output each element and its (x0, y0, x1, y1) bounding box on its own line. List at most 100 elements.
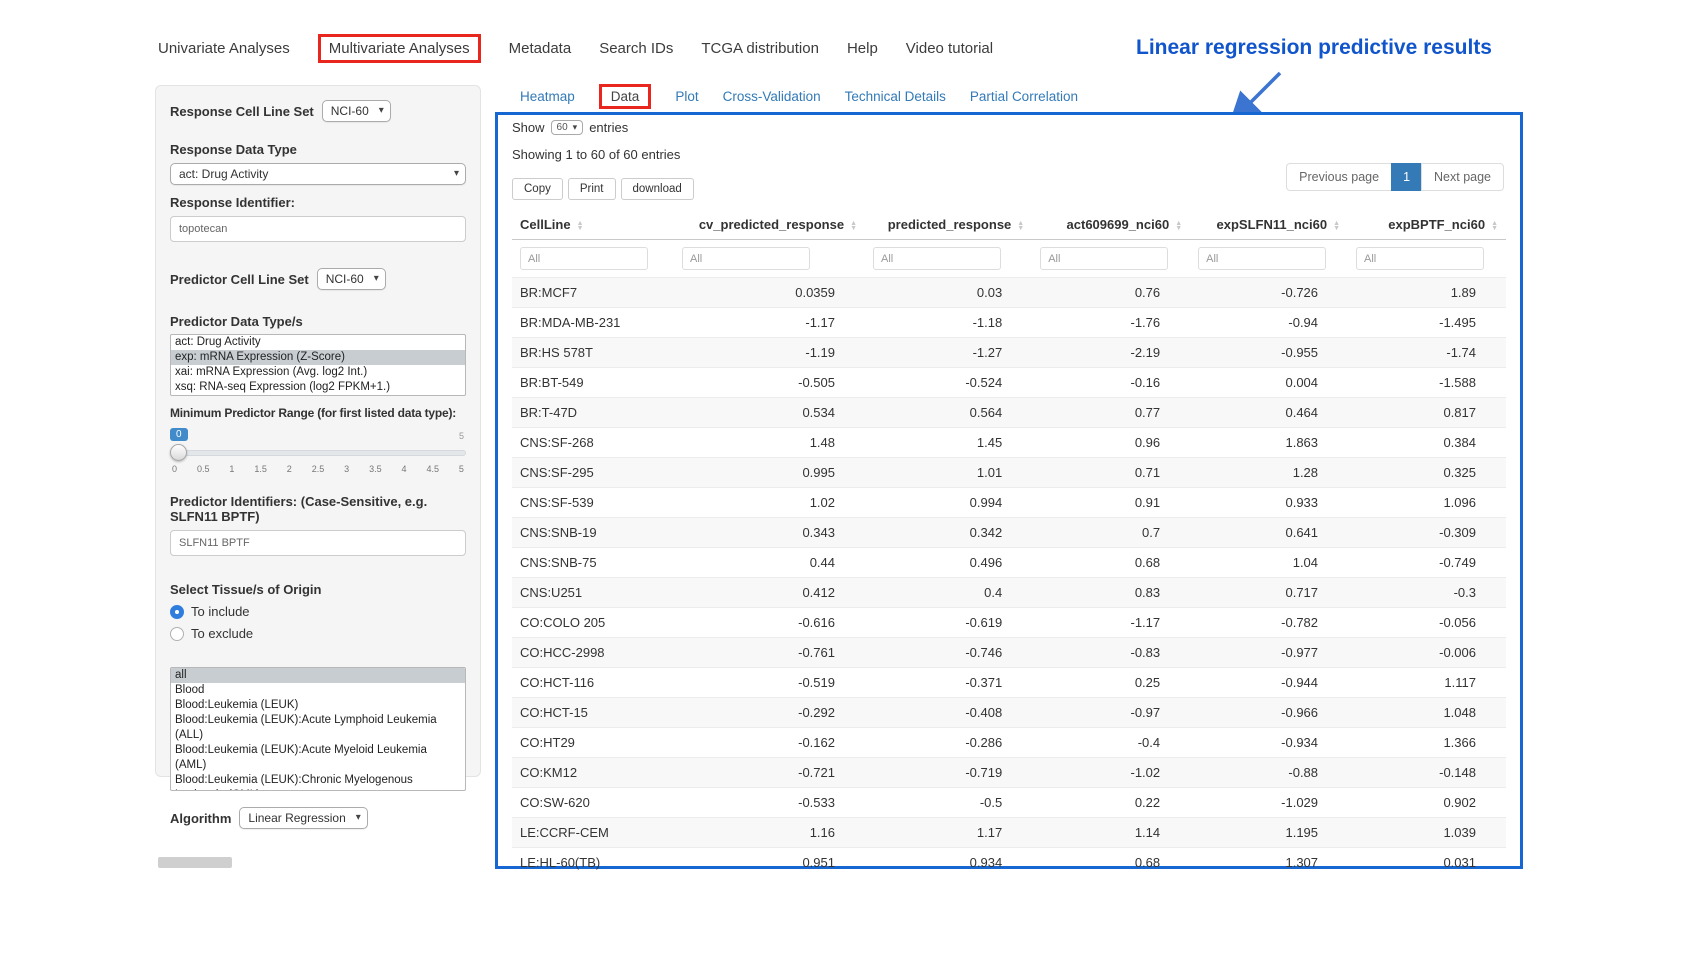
value-cell: 0.91 (1032, 488, 1190, 518)
table-row[interactable]: CNS:SNB-190.3430.3420.70.641-0.309 (512, 518, 1506, 548)
table-row[interactable]: CO:HCT-15-0.292-0.408-0.97-0.9661.048 (512, 698, 1506, 728)
filter-input-predicted-response[interactable] (873, 247, 1001, 270)
column-label: expSLFN11_nci60 (1217, 217, 1328, 232)
response-data-type-select[interactable]: act: Drug Activity ▾ (170, 163, 466, 185)
column-header-expbptf-nci60[interactable]: expBPTF_nci60▲▼ (1348, 210, 1506, 240)
filter-input-expslfn11-nci60[interactable] (1198, 247, 1326, 270)
sort-icon[interactable]: ▲▼ (1491, 221, 1498, 231)
tissue-exclude-label: To exclude (191, 626, 253, 641)
value-cell: 0.77 (1032, 398, 1190, 428)
table-row[interactable]: CO:SW-620-0.533-0.50.22-1.0290.902 (512, 788, 1506, 818)
table-row[interactable]: CNS:SF-2681.481.450.961.8630.384 (512, 428, 1506, 458)
tissue-option-blood[interactable]: Blood (171, 683, 465, 698)
tab-cross-validation[interactable]: Cross-Validation (723, 89, 821, 104)
next-page-button[interactable]: Next page (1421, 163, 1504, 191)
previous-page-button[interactable]: Previous page (1286, 163, 1392, 191)
table-row[interactable]: CNS:SF-5391.020.9940.910.9331.096 (512, 488, 1506, 518)
table-row[interactable]: CNS:SF-2950.9951.010.711.280.325 (512, 458, 1506, 488)
response-cell-line-set-select[interactable]: NCI-60 ▾ (322, 100, 391, 122)
tissue-option-blood-leukemia-leuk[interactable]: Blood:Leukemia (LEUK) (171, 698, 465, 713)
table-row[interactable]: CO:HT29-0.162-0.286-0.4-0.9341.366 (512, 728, 1506, 758)
tab-heatmap[interactable]: Heatmap (520, 89, 575, 104)
filter-input-cellline[interactable] (520, 247, 648, 270)
page-1-button[interactable]: 1 (1391, 163, 1422, 191)
tissue-include-radio[interactable]: To include (170, 604, 466, 619)
column-label: predicted_response (888, 217, 1012, 232)
copy-button[interactable]: Copy (512, 178, 563, 200)
column-header-cv-predicted-response[interactable]: cv_predicted_response▲▼ (674, 210, 865, 240)
value-cell: 0.464 (1190, 398, 1348, 428)
chevron-down-icon: ▾ (379, 106, 384, 116)
value-cell: 0.71 (1032, 458, 1190, 488)
download-button[interactable]: download (621, 178, 694, 200)
table-row[interactable]: CNS:U2510.4120.40.830.717-0.3 (512, 578, 1506, 608)
sort-icon[interactable]: ▲▼ (577, 221, 584, 231)
value-cell: -0.94 (1190, 308, 1348, 338)
table-row[interactable]: BR:BT-549-0.505-0.524-0.160.004-1.588 (512, 368, 1506, 398)
tissue-option-blood-leukemia-leuk-acute-myeloid-leukemia-aml[interactable]: Blood:Leukemia (LEUK):Acute Myeloid Leuk… (171, 743, 465, 773)
table-row[interactable]: LE:CCRF-CEM1.161.171.141.1951.039 (512, 818, 1506, 848)
tab-partial-correlation[interactable]: Partial Correlation (970, 89, 1078, 104)
sort-icon[interactable]: ▲▼ (1017, 221, 1024, 231)
table-row[interactable]: CO:KM12-0.721-0.719-1.02-0.88-0.148 (512, 758, 1506, 788)
table-row[interactable]: LE:HL-60(TB)0.9510.9340.681.3070.031 (512, 848, 1506, 878)
nav-item-help[interactable]: Help (847, 40, 878, 57)
value-cell: 1.48 (674, 428, 865, 458)
tab-data[interactable]: Data (599, 84, 652, 109)
nav-item-search-ids[interactable]: Search IDs (599, 40, 673, 57)
value-cell: 1.14 (1032, 818, 1190, 848)
algorithm-select[interactable]: Linear Regression ▾ (239, 807, 367, 829)
entries-count-select[interactable]: 60 ▾ (551, 120, 584, 135)
data-type-option-xsq-rna-seq-expression-log2-fpkm-1[interactable]: xsq: RNA-seq Expression (log2 FPKM+1.) (171, 380, 465, 395)
nav-item-univariate-analyses[interactable]: Univariate Analyses (158, 40, 290, 57)
column-header-expslfn11-nci60[interactable]: expSLFN11_nci60 ▲▼ (1190, 210, 1348, 240)
filter-input-act609699-nci60[interactable] (1040, 247, 1168, 270)
tissue-option-all[interactable]: all (171, 668, 465, 683)
data-type-option-exp-mrna-expression-z-score[interactable]: exp: mRNA Expression (Z-Score) (171, 350, 465, 365)
data-type-option-xai-mrna-expression-avg-log2-int[interactable]: xai: mRNA Expression (Avg. log2 Int.) (171, 365, 465, 380)
tab-technical-details[interactable]: Technical Details (845, 89, 946, 104)
tissue-option-blood-leukemia-leuk-chronic-myelogenous-leukemia-cml[interactable]: Blood:Leukemia (LEUK):Chronic Myelogenou… (171, 773, 465, 791)
nav-item-tcga-distribution[interactable]: TCGA distribution (701, 40, 819, 57)
sort-icon[interactable]: ▲▼ (1175, 221, 1182, 231)
value-cell: 0.717 (1190, 578, 1348, 608)
column-header-act609699-nci60[interactable]: act609699_nci60▲▼ (1032, 210, 1190, 240)
predictor-cell-line-set-select[interactable]: NCI-60 ▾ (317, 268, 386, 290)
filter-input-cv-predicted-response[interactable] (682, 247, 810, 270)
filter-input-expbptf-nci60[interactable] (1356, 247, 1484, 270)
predictor-identifiers-input[interactable] (170, 530, 466, 556)
table-row[interactable]: BR:T-47D0.5340.5640.770.4640.817 (512, 398, 1506, 428)
value-cell: 1.117 (1348, 668, 1506, 698)
slider-handle[interactable] (170, 444, 187, 461)
sort-icon[interactable]: ▲▼ (1333, 221, 1340, 231)
tissue-option-blood-leukemia-leuk-acute-lymphoid-leukemia-all[interactable]: Blood:Leukemia (LEUK):Acute Lymphoid Leu… (171, 713, 465, 743)
column-header-cellline[interactable]: CellLine▲▼ (512, 210, 674, 240)
data-type-option-act-drug-activity[interactable]: act: Drug Activity (171, 335, 465, 350)
nav-item-metadata[interactable]: Metadata (509, 40, 572, 57)
table-row[interactable]: CO:HCT-116-0.519-0.3710.25-0.9441.117 (512, 668, 1506, 698)
nav-item-video-tutorial[interactable]: Video tutorial (906, 40, 993, 57)
tab-plot[interactable]: Plot (675, 89, 698, 104)
sort-icon[interactable]: ▲▼ (850, 221, 857, 231)
table-row[interactable]: BR:MCF70.03590.030.76-0.7261.89 (512, 278, 1506, 308)
table-row[interactable]: BR:MDA-MB-231-1.17-1.18-1.76-0.94-1.495 (512, 308, 1506, 338)
value-cell: -0.97 (1032, 698, 1190, 728)
value-cell: 0.902 (1348, 788, 1506, 818)
response-identifier-input[interactable] (170, 216, 466, 242)
table-row[interactable]: CO:COLO 205-0.616-0.619-1.17-0.782-0.056 (512, 608, 1506, 638)
slider-track[interactable] (170, 450, 466, 456)
table-row[interactable]: CO:HCC-2998-0.761-0.746-0.83-0.977-0.006 (512, 638, 1506, 668)
column-header-predicted-response[interactable]: predicted_response ▲▼ (865, 210, 1032, 240)
sidebar-panel: Response Cell Line Set NCI-60 ▾ Response… (155, 85, 481, 777)
minimum-predictor-range-label: Minimum Predictor Range (for first liste… (170, 406, 466, 420)
table-row[interactable]: BR:HS 578T-1.19-1.27-2.19-0.955-1.74 (512, 338, 1506, 368)
main-tabs: Heatmap Data Plot Cross-Validation Technical… (520, 84, 1078, 109)
min-predictor-range-slider[interactable]: 0 5 00.511.522.533.544.55 (170, 428, 466, 480)
tissue-exclude-radio[interactable]: To exclude (170, 626, 466, 641)
nav-item-multivariate-analyses[interactable]: Multivariate Analyses (318, 34, 481, 63)
value-cell: 1.366 (1348, 728, 1506, 758)
print-button[interactable]: Print (568, 178, 616, 200)
value-cell: -0.519 (674, 668, 865, 698)
value-cell: 0.817 (1348, 398, 1506, 428)
table-row[interactable]: CNS:SNB-750.440.4960.681.04-0.749 (512, 548, 1506, 578)
